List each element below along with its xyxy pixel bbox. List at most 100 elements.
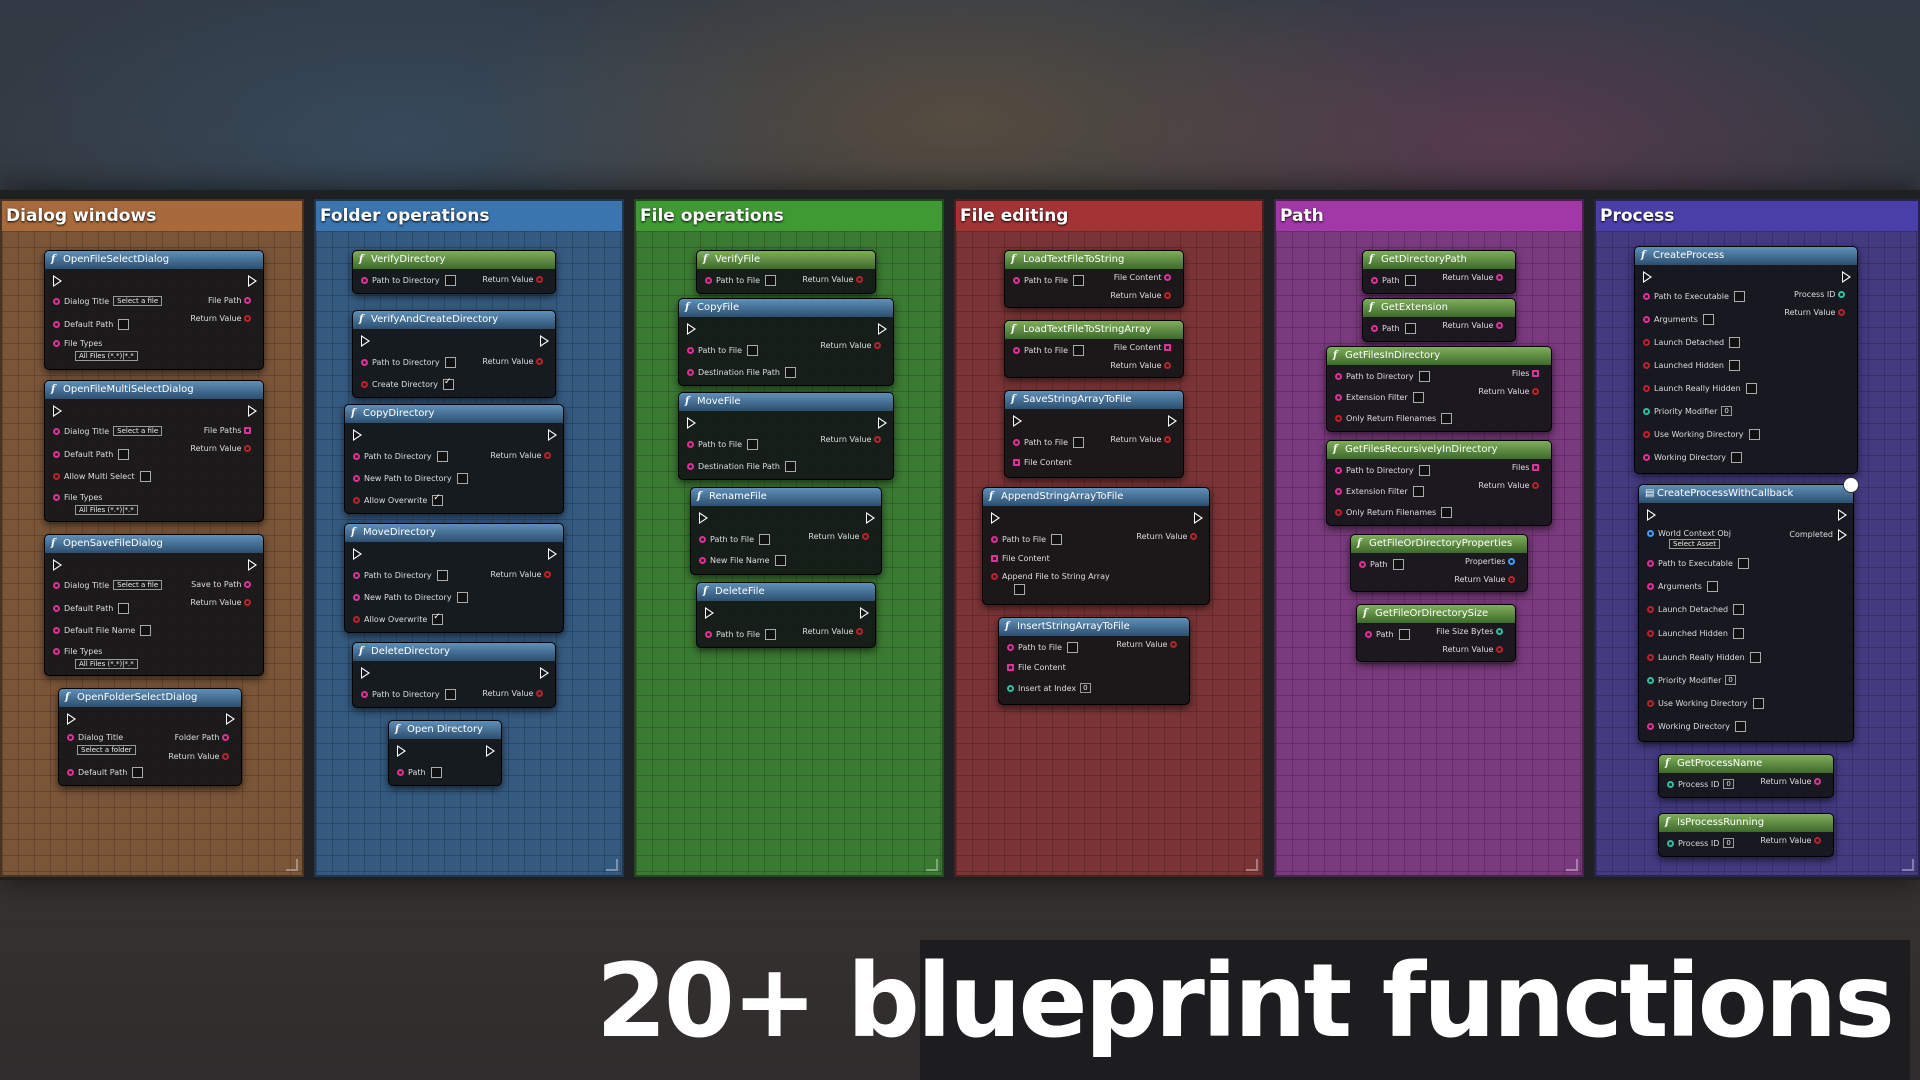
pin-row[interactable]: File Path [208,296,255,305]
node-title[interactable]: f RenameFile [691,488,881,506]
checkbox-checked[interactable] [432,612,444,625]
resize-handle-icon[interactable] [1566,859,1578,871]
bool-pin-icon[interactable] [536,358,543,365]
pin-row[interactable]: Dialog Title Select a file [53,580,163,590]
array-pin-icon[interactable] [1164,344,1171,351]
bool-pin-icon[interactable] [353,497,360,504]
checkbox[interactable] [1732,628,1744,639]
pin-row[interactable]: New Path to Directory [353,473,468,484]
pin-row[interactable]: Path to Executable [1643,291,1745,302]
pin-row[interactable]: Path to File [1007,642,1079,653]
string-pin-icon[interactable] [1013,439,1020,446]
exec-in-pin-icon[interactable] [361,335,370,347]
node-copy-file[interactable]: f CopyFile Path to File Return Value Dest… [678,298,894,386]
node-append-string-array-to-file[interactable]: f AppendStringArrayToFile Path to File Re… [982,487,1210,605]
comment-title[interactable]: Process [1596,201,1918,231]
string-pin-icon[interactable] [1335,373,1342,380]
string-pin-icon[interactable] [687,441,694,448]
string-pin-icon[interactable] [1013,277,1020,284]
exec-out-pin-icon[interactable] [1838,509,1847,521]
bool-pin-icon[interactable] [1496,646,1503,653]
bool-pin-icon[interactable] [244,599,251,606]
number-field[interactable]: 0 [1080,683,1091,693]
array-pin-icon[interactable] [1532,370,1539,377]
pin-row[interactable]: Create Directory [361,377,454,390]
string-pin-icon[interactable] [353,572,360,579]
bool-pin-icon[interactable] [361,381,368,388]
string-pin-icon[interactable] [1643,293,1650,300]
pin-row[interactable]: Path [1365,629,1410,640]
pin-row[interactable]: Path to File [687,439,759,450]
bool-pin-icon[interactable] [874,436,881,443]
bool-pin-icon[interactable] [991,573,998,580]
pin-row[interactable]: Files [1512,463,1543,472]
checkbox[interactable] [1418,371,1430,382]
pin-row[interactable]: File Types [53,493,102,502]
pin-row[interactable]: Return Value [802,627,867,636]
bool-pin-icon[interactable] [862,533,869,540]
exec-out-pin-icon[interactable] [548,429,557,441]
node-title[interactable]: f CopyDirectory [345,405,563,423]
bool-pin-icon[interactable] [536,690,543,697]
pin-row[interactable]: Properties [1465,557,1519,566]
string-pin-icon[interactable] [222,734,229,741]
array-pin-icon[interactable] [244,427,251,434]
checkbox[interactable] [1014,584,1025,595]
string-pin-icon[interactable] [699,557,706,564]
pin-row[interactable]: Launch Detached [1643,337,1741,348]
bool-pin-icon[interactable] [244,445,251,452]
node-title[interactable]: f VerifyFile [697,251,875,269]
checkbox[interactable] [118,449,130,460]
node-insert-string-array-to-file[interactable]: f InsertStringArrayToFile Path to File Re… [998,617,1190,705]
bool-pin-icon[interactable] [856,276,863,283]
bool-pin-icon[interactable] [1643,362,1650,369]
checkbox[interactable] [1073,275,1085,286]
node-verify-file[interactable]: f VerifyFile Path to File Return Value [696,250,876,294]
node-move-directory[interactable]: f MoveDirectory Path to Directory Return … [344,523,564,633]
pin-row[interactable]: File Content [991,554,1050,563]
node-open-save-file-dialog[interactable]: f OpenSaveFileDialog Dialog Title Select a… [44,534,264,676]
pin-row[interactable]: Only Return Filenames [1335,413,1453,424]
node-create-process-with-callback[interactable]: ▤ CreateProcessWithCallback World Context… [1638,477,1859,742]
node-open-file-multi-select-dialog[interactable]: f OpenFileMultiSelectDialog Dialog Title S… [44,380,264,522]
exec-in-pin-icon[interactable] [53,559,62,571]
pin-row[interactable]: Return Value [490,451,555,460]
string-pin-icon[interactable] [67,769,74,776]
node-get-files-in-directory[interactable]: f GetFilesInDirectory Path to Directory F… [1326,346,1552,432]
node-get-file-or-directory-size[interactable]: f GetFileOrDirectorySize Path File Size B… [1356,604,1516,662]
checkbox[interactable] [1412,486,1424,497]
pin-row[interactable]: Return Value [1478,481,1543,490]
checkbox[interactable] [1737,558,1749,569]
exec-out-pin-icon[interactable] [248,405,257,417]
pin-row[interactable]: File Types [53,647,102,656]
node-delete-file[interactable]: f DeleteFile Path to File Return Value [696,582,876,648]
node-title[interactable]: f Open Directory [389,721,501,739]
pin-row[interactable]: Working Directory [1647,721,1747,732]
comment-title[interactable]: File editing [956,201,1262,231]
node-title[interactable]: f AppendStringArrayToFile [983,488,1209,506]
pin-row[interactable]: Return Value [482,275,547,284]
exec-out-pin-icon[interactable] [866,512,875,524]
checkbox[interactable] [132,767,144,778]
string-pin-icon[interactable] [53,494,60,501]
resize-handle-icon[interactable] [926,859,938,871]
checkbox[interactable] [444,357,456,368]
checkbox-checked[interactable] [443,377,454,390]
exec-out-pin-icon[interactable] [1194,512,1203,524]
resize-handle-icon[interactable] [606,859,618,871]
pin-row[interactable]: New File Name [699,555,786,566]
int64-pin-icon[interactable] [1496,628,1503,635]
node-open-folder-select-dialog[interactable]: f OpenFolderSelectDialog Dialog Title Sel… [58,688,242,786]
text-field[interactable]: All Files (*.*)|*.* [75,351,138,361]
checkbox[interactable] [1731,452,1743,463]
string-pin-icon[interactable] [1371,277,1378,284]
bool-pin-icon[interactable] [1164,362,1171,369]
array-pin-icon[interactable] [991,555,998,562]
string-pin-icon[interactable] [991,536,998,543]
pin-row[interactable]: Extension Filter [1335,486,1424,497]
pin-row[interactable]: Only Return Filenames [1335,507,1453,518]
checkbox[interactable] [1749,652,1761,663]
checkbox[interactable] [1398,629,1410,640]
node-copy-directory[interactable]: f CopyDirectory Path to Directory Return … [344,404,564,514]
node-title[interactable]: f LoadTextFileToStringArray [1005,321,1183,339]
